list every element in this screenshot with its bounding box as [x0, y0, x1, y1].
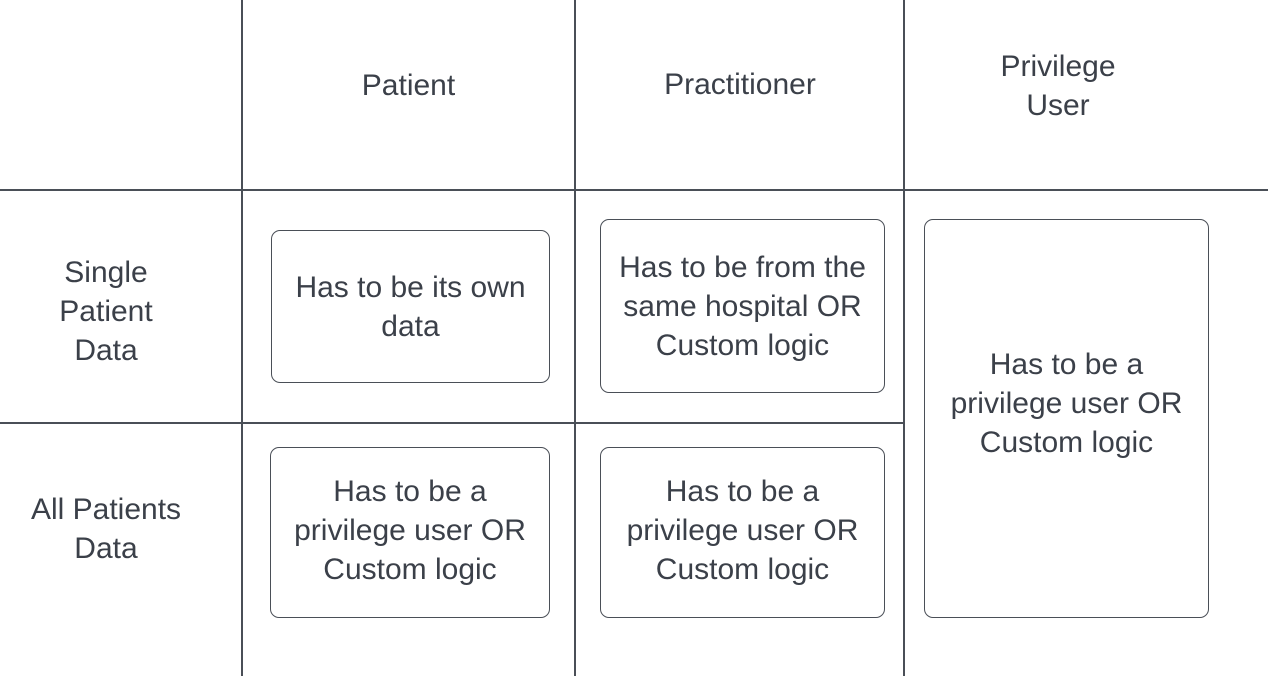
cell-patient-single: Has to be its own data: [271, 230, 550, 383]
cell-privilege-user: Has to be a privilege user OR Custom log…: [924, 219, 1209, 618]
column-header-privilege-user: Privilege User: [1000, 50, 1116, 122]
grid-line-horizontal-header: [0, 189, 1268, 191]
cell-patient-all: Has to be a privilege user OR Custom log…: [270, 447, 550, 618]
row-header-single-patient-data: Single Patient Data: [59, 255, 153, 367]
row-header-all-patients-data: All Patients Data: [30, 493, 182, 565]
column-header-practitioner: Practitioner: [664, 67, 816, 101]
column-header-patient: Patient: [361, 68, 456, 102]
cell-practitioner-all: Has to be a privilege user OR Custom log…: [600, 447, 885, 618]
cell-practitioner-single: Has to be from the same hospital OR Cust…: [600, 219, 885, 393]
grid-line-horizontal-rows: [0, 422, 905, 424]
